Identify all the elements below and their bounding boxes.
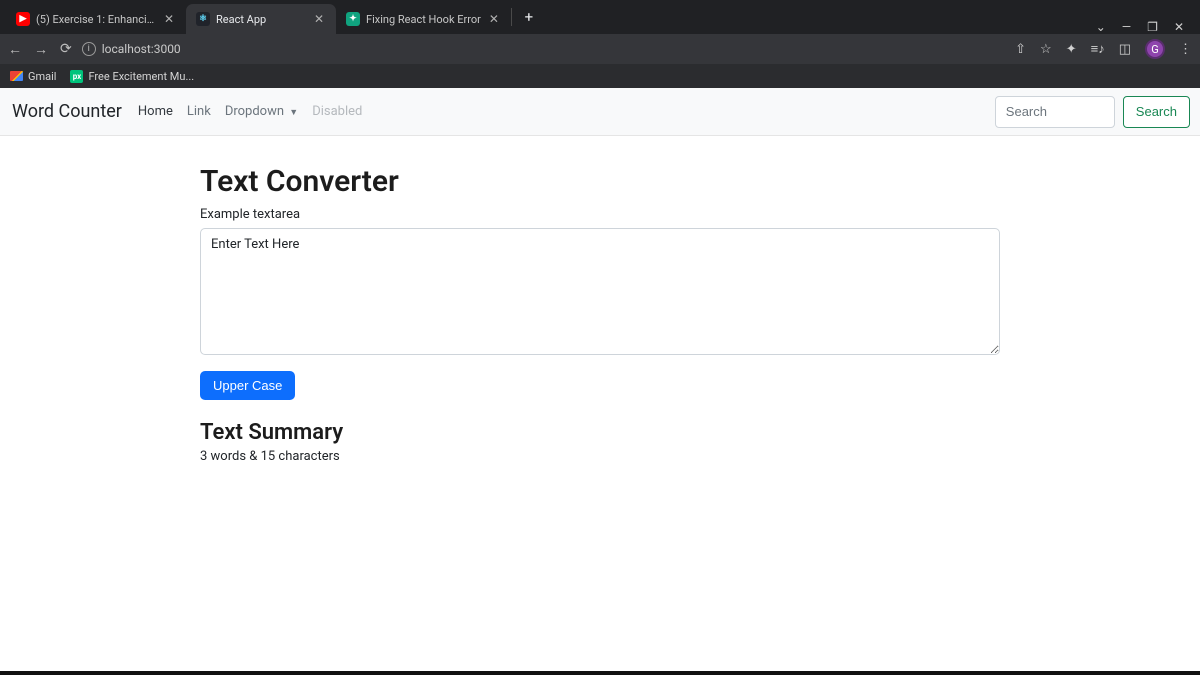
main-container: Text Converter Example textarea Upper Ca… (190, 136, 1010, 464)
gmail-icon (10, 71, 23, 81)
search-input[interactable] (995, 96, 1115, 128)
nav-links: Home Link Dropdown ▼ Disabled (138, 104, 362, 119)
bookmark-label: Free Excitement Mu... (88, 70, 194, 83)
px-icon: px (70, 70, 83, 83)
youtube-icon: ▶ (16, 12, 30, 26)
address-bar[interactable]: i localhost:3000 (82, 42, 181, 56)
close-icon[interactable]: ✕ (487, 12, 501, 26)
chatgpt-icon: ✦ (346, 12, 360, 26)
nav-disabled: Disabled (312, 104, 362, 119)
textarea-label: Example textarea (200, 207, 1000, 222)
nav-right: Search (995, 96, 1190, 128)
tab-separator (511, 8, 512, 26)
text-input[interactable] (200, 228, 1000, 355)
search-button[interactable]: Search (1123, 96, 1190, 128)
close-icon[interactable]: ✕ (162, 12, 176, 26)
toolbar-right: ⇧ ☆ ✦ ≡♪ ◫ G ⋮ (1015, 39, 1192, 59)
tab-react-app[interactable]: ⚛ React App ✕ (186, 4, 336, 34)
browser-chrome: ▶ (5) Exercise 1: Enhancing TextUtil ✕ ⚛… (0, 0, 1200, 88)
nav-link[interactable]: Link (187, 104, 211, 119)
tab-youtube[interactable]: ▶ (5) Exercise 1: Enhancing TextUtil ✕ (6, 4, 186, 34)
summary-title: Text Summary (200, 420, 1000, 445)
tab-title: (5) Exercise 1: Enhancing TextUtil (36, 13, 156, 26)
tab-chatgpt[interactable]: ✦ Fixing React Hook Error ✕ (336, 4, 511, 34)
react-icon: ⚛ (196, 12, 210, 26)
caret-down-icon: ▼ (289, 108, 298, 118)
summary-text: 3 words & 15 characters (200, 449, 1000, 464)
nav-home[interactable]: Home (138, 104, 173, 119)
site-info-icon[interactable]: i (82, 42, 96, 56)
nav-dropdown[interactable]: Dropdown ▼ (225, 104, 298, 119)
back-icon[interactable]: ← (8, 41, 22, 58)
chevron-down-icon[interactable]: ⌄ (1096, 20, 1106, 34)
tabs-row: ▶ (5) Exercise 1: Enhancing TextUtil ✕ ⚛… (0, 0, 1200, 34)
extensions-icon[interactable]: ✦ (1066, 42, 1077, 57)
minimize-icon[interactable]: — (1122, 20, 1131, 34)
page-title: Text Converter (200, 164, 1000, 199)
bookmark-gmail[interactable]: Gmail (10, 70, 56, 83)
share-icon[interactable]: ⇧ (1015, 42, 1026, 57)
kebab-menu-icon[interactable]: ⋮ (1179, 42, 1192, 57)
reading-list-icon[interactable]: ≡♪ (1091, 41, 1105, 57)
url-text: localhost:3000 (102, 42, 181, 56)
close-icon[interactable]: ✕ (312, 12, 326, 26)
profile-avatar[interactable]: G (1145, 39, 1165, 59)
nav-icons: ← → ⟳ (8, 41, 72, 58)
maximize-icon[interactable]: ❐ (1147, 20, 1158, 34)
bookmark-star-icon[interactable]: ☆ (1040, 42, 1052, 57)
window-controls: ⌄ — ❐ ✕ (1096, 20, 1194, 34)
close-window-icon[interactable]: ✕ (1174, 20, 1184, 34)
nav-dropdown-label: Dropdown (225, 104, 284, 119)
tab-title: Fixing React Hook Error (366, 13, 481, 26)
brand[interactable]: Word Counter (10, 101, 124, 122)
taskbar (0, 671, 1200, 675)
side-panel-icon[interactable]: ◫ (1119, 42, 1131, 57)
tab-title: React App (216, 13, 306, 26)
bookmarks-bar: Gmail px Free Excitement Mu... (0, 64, 1200, 88)
bookmark-label: Gmail (28, 70, 56, 83)
forward-icon[interactable]: → (34, 41, 48, 58)
bookmark-px[interactable]: px Free Excitement Mu... (70, 70, 194, 83)
reload-icon[interactable]: ⟳ (60, 41, 72, 57)
upper-case-button[interactable]: Upper Case (200, 371, 295, 400)
address-row: ← → ⟳ i localhost:3000 ⇧ ☆ ✦ ≡♪ ◫ G ⋮ (0, 34, 1200, 64)
app-navbar: Word Counter Home Link Dropdown ▼ Disabl… (0, 88, 1200, 136)
new-tab-button[interactable]: + (516, 4, 542, 30)
